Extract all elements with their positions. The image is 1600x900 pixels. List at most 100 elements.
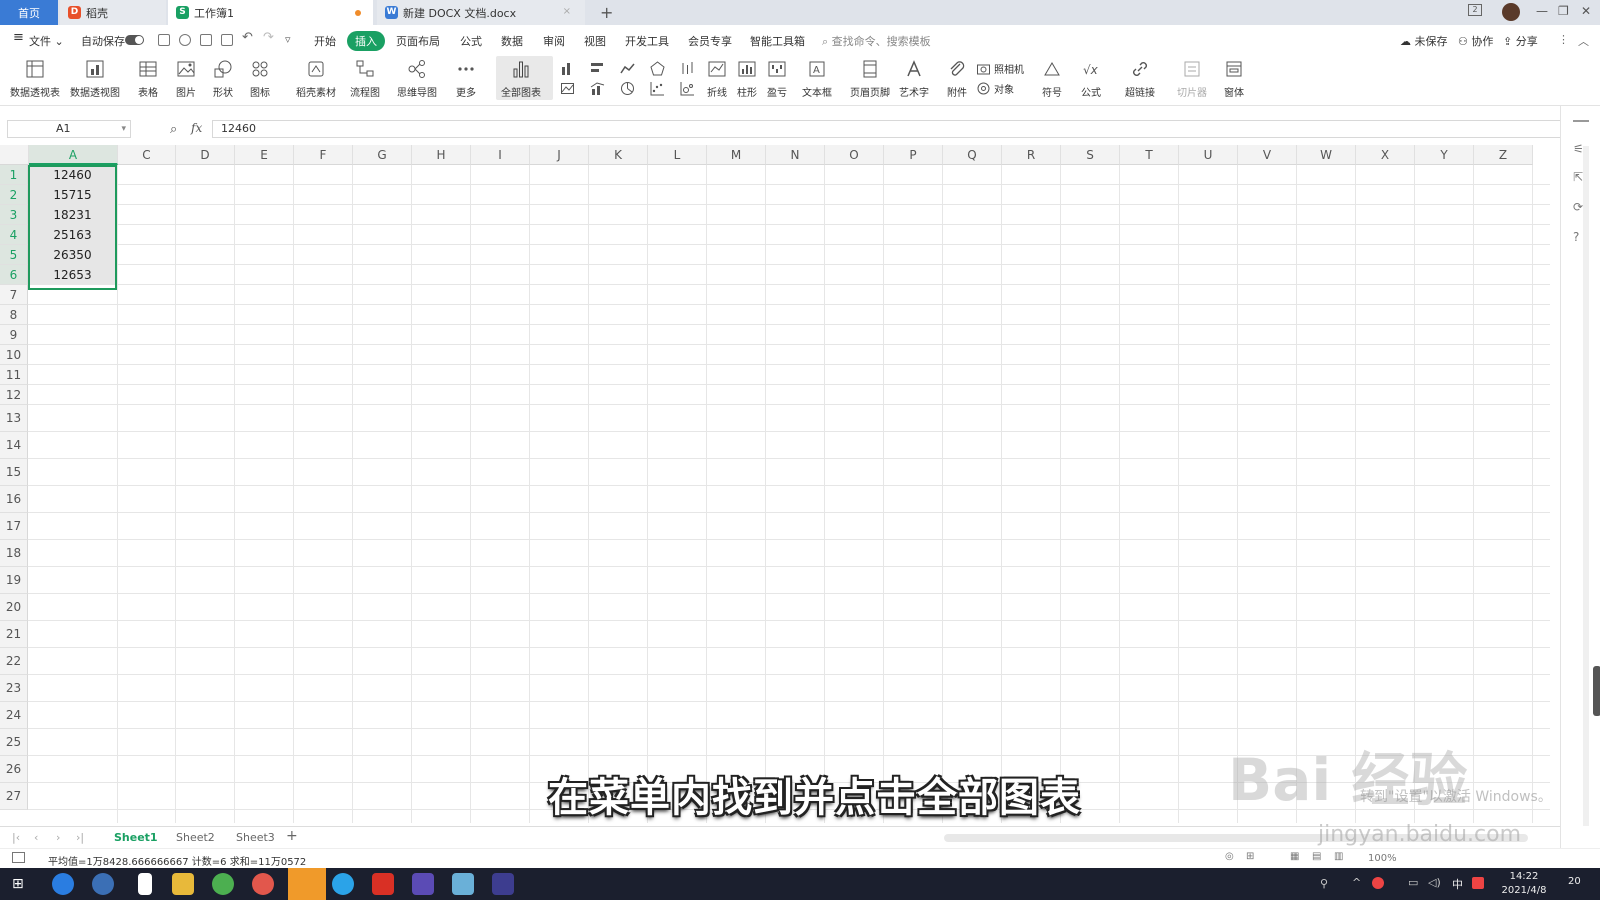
textbox-button[interactable]: A 文本框 (802, 58, 832, 99)
row-header-14[interactable]: 14 (0, 432, 28, 459)
column-header-y[interactable]: Y (1415, 145, 1474, 165)
table-button[interactable]: 表格 (137, 58, 159, 99)
row-header-18[interactable]: 18 (0, 540, 28, 567)
row-header-21[interactable]: 21 (0, 621, 28, 648)
column-header-q[interactable]: Q (943, 145, 1002, 165)
column-header-z[interactable]: Z (1474, 145, 1533, 165)
avatar[interactable] (1502, 3, 1520, 21)
scatter-chart-small-icon[interactable] (646, 80, 668, 96)
people-icon[interactable]: ⚲ (1320, 877, 1328, 890)
row-header-20[interactable]: 20 (0, 594, 28, 621)
tab-daoke[interactable]: D 稻壳 (60, 0, 166, 25)
more-button[interactable]: 更多 (455, 58, 477, 99)
row-header-6[interactable]: 6 (0, 265, 28, 285)
unsaved-status[interactable]: ☁ 未保存 (1400, 33, 1448, 49)
window-count-icon[interactable]: 2 (1468, 4, 1482, 16)
bar-chart-small-icon[interactable] (586, 60, 608, 76)
pivot-chart-button[interactable]: 数据透视图 (70, 58, 120, 99)
notepad-icon[interactable] (138, 873, 152, 895)
menu-tab-data[interactable]: 数据 (501, 33, 523, 49)
column-header-p[interactable]: P (884, 145, 943, 165)
menu-tab-view[interactable]: 视图 (584, 33, 606, 49)
slicer-button[interactable]: 切片器 (1177, 58, 1207, 99)
page-layout-view-icon[interactable]: ▤ (1312, 851, 1321, 862)
column-header-w[interactable]: W (1297, 145, 1356, 165)
menu-tab-formula[interactable]: 公式 (460, 33, 482, 49)
status-view-icon[interactable] (12, 852, 25, 863)
file-explorer-icon[interactable] (172, 873, 194, 895)
ime-indicator[interactable]: 中 (1452, 876, 1463, 892)
row-header-8[interactable]: 8 (0, 305, 28, 325)
flowchart-button[interactable]: 流程图 (350, 58, 380, 99)
redo-icon[interactable]: ↷ (263, 30, 274, 45)
header-footer-button[interactable]: 页眉页脚 (850, 58, 890, 99)
freeze-icon[interactable]: ⊞ (1246, 851, 1254, 862)
spreadsheet-grid[interactable]: ACDEFGHIJKLMNOPQRSTUVWXYZ 1 2 3 4 5 6 7 8 9 10 11 1… (0, 145, 1550, 823)
autosave-toggle[interactable] (125, 35, 144, 45)
row-header-17[interactable]: 17 (0, 513, 28, 540)
row-header-12[interactable]: 12 (0, 385, 28, 405)
chrome-icon[interactable] (212, 873, 234, 895)
column-header-n[interactable]: N (766, 145, 825, 165)
sparkline-column-button[interactable]: 柱形 (736, 58, 758, 99)
column-header-u[interactable]: U (1179, 145, 1238, 165)
select-all-corner[interactable] (0, 145, 29, 165)
normal-view-icon[interactable]: ▦ (1290, 851, 1299, 862)
column-header-t[interactable]: T (1120, 145, 1179, 165)
row-header-23[interactable]: 23 (0, 675, 28, 702)
shape-button[interactable]: 形状 (212, 58, 234, 99)
column-header-e[interactable]: E (235, 145, 294, 165)
combo-chart-small-icon[interactable] (586, 80, 608, 96)
column-header-d[interactable]: D (176, 145, 235, 165)
row-header-16[interactable]: 16 (0, 486, 28, 513)
row-header-25[interactable]: 25 (0, 729, 28, 756)
app-icon-2[interactable] (92, 873, 114, 895)
wps-icon[interactable] (372, 873, 394, 895)
app-icon-1[interactable] (52, 873, 74, 895)
tray-expand-icon[interactable]: ^ (1352, 876, 1361, 889)
column-header-m[interactable]: M (707, 145, 766, 165)
icon-button[interactable]: 图标 (249, 58, 271, 99)
volume-icon[interactable]: ◁) (1428, 876, 1441, 889)
column-header-k[interactable]: K (589, 145, 648, 165)
first-sheet-icon[interactable]: |‹ (12, 831, 20, 844)
fx-label[interactable]: fx (191, 121, 202, 135)
format-painter-icon[interactable] (179, 34, 191, 46)
windows-start-icon[interactable]: ⊞ (12, 876, 24, 892)
mindmap-button[interactable]: 思维导图 (397, 58, 437, 99)
row-header-4[interactable]: 4 (0, 225, 28, 245)
tray-app-icon[interactable] (1372, 877, 1384, 889)
name-box[interactable]: A1 ▾ (7, 120, 131, 138)
row-header-11[interactable]: 11 (0, 365, 28, 385)
undo-icon[interactable]: ↶ (242, 30, 253, 45)
eye-protect-icon[interactable]: ◎ (1225, 851, 1234, 862)
page-break-view-icon[interactable]: ▥ (1334, 851, 1343, 862)
collab-button[interactable]: ⚇ 协作 (1458, 33, 1493, 49)
column-header-r[interactable]: R (1002, 145, 1061, 165)
sparkline-line-button[interactable]: 折线 (706, 58, 728, 99)
row-header-9[interactable]: 9 (0, 325, 28, 345)
menu-tab-insert[interactable]: 插入 (347, 31, 385, 51)
column-header-i[interactable]: I (471, 145, 530, 165)
tab-doc[interactable]: W 新建 DOCX 文档.docx × (377, 0, 585, 25)
row-header-19[interactable]: 19 (0, 567, 28, 594)
column-header-f[interactable]: F (294, 145, 353, 165)
qq-browser-icon[interactable] (332, 873, 354, 895)
backup-icon[interactable]: ⟳ (1573, 200, 1583, 214)
sparkline-winloss-button[interactable]: 盈亏 (766, 58, 788, 99)
column-header-l[interactable]: L (648, 145, 707, 165)
zoom-search-icon[interactable]: ⌕ (170, 122, 177, 137)
attachment-button[interactable]: 附件 (946, 58, 968, 99)
browser-icon[interactable] (252, 873, 274, 895)
pie-chart-small-icon[interactable] (616, 80, 638, 96)
camera-button[interactable]: 照相机 (976, 60, 1036, 76)
symbol-button[interactable]: 符号 (1041, 58, 1063, 99)
tab-close-icon[interactable]: × (563, 6, 571, 17)
print-preview-icon[interactable] (221, 34, 233, 46)
bubble-chart-small-icon[interactable] (676, 80, 698, 96)
select-cursor-icon[interactable]: ⇱ (1573, 170, 1583, 184)
picture-button[interactable]: 图片 (175, 58, 197, 99)
column-header-h[interactable]: H (412, 145, 471, 165)
column-header-c[interactable]: C (118, 145, 176, 165)
zoom-level[interactable]: 100% (1368, 853, 1397, 864)
